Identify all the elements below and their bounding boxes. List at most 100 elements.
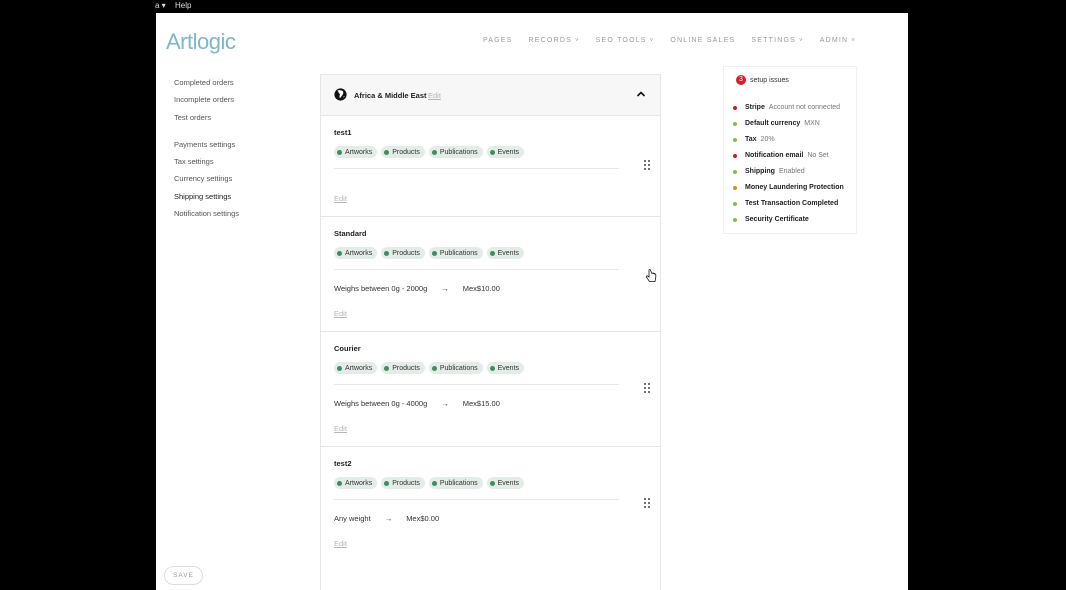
region-header: Africa & Middle East Edit (321, 75, 660, 116)
tag-artworks: Artworks (334, 247, 378, 259)
rule-title: Courier (334, 344, 361, 353)
setup-item-test-transaction[interactable]: Test Transaction Completed (733, 200, 842, 207)
status-dot (733, 137, 737, 142)
rule-title: test2 (334, 459, 352, 468)
artlogic-logo[interactable]: Artlogic (166, 29, 236, 55)
app-menu[interactable]: a ▾ (155, 1, 166, 10)
sidebar-item-incomplete-orders[interactable]: Incomplete orders (174, 94, 239, 111)
tag-publications: Publications (428, 247, 483, 259)
system-menu-bar: a ▾ Help (0, 0, 1066, 12)
divider (334, 384, 619, 385)
weight-range: Any weight (334, 514, 371, 523)
setup-item-tax[interactable]: Tax 20% (733, 136, 775, 143)
setup-issues-header[interactable]: 3 setup issues (736, 75, 789, 85)
sidebar-item-tax-settings[interactable]: Tax settings (174, 156, 239, 173)
rule-weight-row: Any weight → Mex$0.00 (334, 514, 439, 523)
rule-weight-row: Weighs between 0g - 2000g → Mex$10.00 (334, 284, 500, 293)
tag-products: Products (381, 477, 425, 489)
divider (334, 269, 619, 270)
sidebar-item-notification-settings[interactable]: Notification settings (174, 208, 239, 225)
chevron-down-icon: ˅ (851, 38, 856, 44)
tag-artworks: Artworks (334, 146, 378, 158)
chevron-down-icon: ˅ (574, 38, 580, 44)
setup-item-shipping[interactable]: Shipping Enabled (733, 168, 805, 175)
region-name: Africa & Middle East (354, 91, 427, 100)
drag-handle-icon[interactable] (644, 383, 650, 393)
nav-admin[interactable]: ADMIN ˅ (820, 37, 856, 44)
sidebar-item-payments-settings[interactable]: Payments settings (174, 139, 239, 156)
setup-issues-panel: 3 setup issues Stripe Account not connect… (723, 66, 857, 234)
rule-title: Standard (334, 229, 367, 238)
setup-item-money-laundering[interactable]: Money Laundering Protection (733, 184, 848, 191)
shipping-rule: Courier Artworks Products Publications E… (321, 332, 660, 447)
save-button[interactable]: SAVE (164, 566, 203, 585)
status-dot (733, 153, 737, 158)
nav-settings[interactable]: SETTINGS ˅ (751, 37, 803, 44)
app-window: Artlogic PAGES RECORDS ˅ SEO TOOLS ˅ ONLIN… (156, 13, 908, 590)
tag-events: Events (486, 247, 525, 259)
nav-records[interactable]: RECORDS ˅ (529, 37, 580, 44)
drag-handle-icon[interactable] (644, 498, 650, 508)
chevron-up-icon[interactable] (636, 89, 646, 99)
status-dot (733, 121, 737, 126)
divider (334, 499, 619, 500)
nav-seo-tools[interactable]: SEO TOOLS ˅ (596, 37, 655, 44)
tag-products: Products (381, 247, 425, 259)
help-menu[interactable]: Help (175, 1, 191, 10)
rule-edit-link[interactable]: Edit (334, 539, 347, 548)
hand-pointer-icon (645, 269, 657, 282)
nav-pages[interactable]: PAGES (483, 37, 513, 44)
tag-products: Products (381, 362, 425, 374)
rule-edit-link[interactable]: Edit (334, 424, 347, 433)
sidebar-item-currency-settings[interactable]: Currency settings (174, 173, 239, 190)
arrow-right-icon: → (441, 399, 449, 408)
tag-events: Events (486, 477, 525, 489)
tag-events: Events (486, 146, 525, 158)
setup-item-default-currency[interactable]: Default currency MXN (733, 120, 820, 127)
status-dot (733, 201, 737, 206)
weight-range: Weighs between 0g - 2000g (334, 284, 428, 293)
region-edit-link[interactable]: Edit (428, 91, 441, 100)
tag-artworks: Artworks (334, 477, 378, 489)
setup-issues-title: setup issues (750, 76, 789, 84)
tag-events: Events (486, 362, 525, 374)
shipping-rule: Standard Artworks Products Publications … (321, 217, 660, 332)
tag-publications: Publications (428, 477, 483, 489)
globe-icon (334, 88, 347, 101)
tag-artworks: Artworks (334, 362, 378, 374)
setup-item-security-certificate[interactable]: Security Certificate (733, 216, 813, 223)
sidebar-item-shipping-settings[interactable]: Shipping settings (174, 191, 239, 208)
nav-online-sales[interactable]: ONLINE SALES (670, 37, 735, 44)
sidebar: Completed orders Incomplete orders Test … (174, 77, 239, 225)
shipping-zone-panel: Africa & Middle East Edit test1 Artworks… (320, 74, 661, 590)
shipping-price: Mex$0.00 (406, 514, 440, 523)
weight-range: Weighs between 0g - 4000g (334, 399, 428, 408)
arrow-right-icon: → (384, 514, 393, 523)
status-dot (733, 217, 737, 222)
rule-edit-link[interactable]: Edit (334, 194, 347, 203)
status-dot (733, 105, 737, 110)
rule-edit-link[interactable]: Edit (334, 309, 347, 318)
rule-title: test1 (334, 128, 352, 137)
setup-item-stripe[interactable]: Stripe Account not connected (733, 104, 840, 111)
shipping-rule: test2 Artworks Products Publications Eve… (321, 447, 660, 562)
chevron-down-icon: ˅ (799, 38, 804, 44)
tag-products: Products (381, 146, 425, 158)
sidebar-item-test-orders[interactable]: Test orders (174, 112, 239, 129)
status-dot (733, 185, 737, 190)
rule-tags: Artworks Products Publications Events (334, 146, 525, 158)
rule-tags: Artworks Products Publications Events (334, 247, 525, 259)
top-nav: PAGES RECORDS ˅ SEO TOOLS ˅ ONLINE SALES S… (483, 37, 856, 44)
rule-tags: Artworks Products Publications Events (334, 477, 525, 489)
drag-handle-icon[interactable] (644, 160, 650, 170)
setup-item-notification-email[interactable]: Notification email No Set (733, 152, 829, 159)
sidebar-item-completed-orders[interactable]: Completed orders (174, 77, 239, 94)
shipping-price: Mex$10.00 (462, 284, 500, 293)
shipping-price: Mex$15.00 (462, 399, 500, 408)
chevron-down-icon: ˅ (649, 38, 655, 44)
status-dot (733, 169, 737, 174)
arrow-right-icon: → (441, 284, 449, 293)
shipping-rule: test1 Artworks Products Publications Eve… (321, 116, 660, 217)
rule-weight-row: Weighs between 0g - 4000g → Mex$15.00 (334, 399, 500, 408)
issue-count-badge: 3 (736, 75, 746, 85)
